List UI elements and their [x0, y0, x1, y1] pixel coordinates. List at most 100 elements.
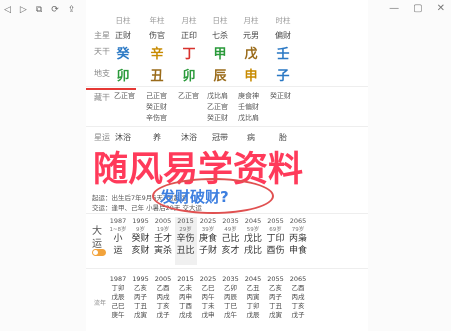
dayun-age: 19岁 [156, 227, 170, 233]
copy-icon[interactable]: ⧉ [36, 5, 42, 15]
liunian-column[interactable]: 2025 乙巳 丙午 丁未 戊申 [197, 275, 219, 320]
zhuxing-cell: 伤官 [149, 31, 165, 40]
underline-decoration [86, 88, 136, 90]
canggan-item: 戊比肩 [207, 92, 228, 100]
liunian-ganzhi: 丁亥 [156, 302, 170, 310]
window-controls: — ▢ ✕ [389, 3, 445, 14]
liunian-ganzhi: 丙子 [269, 293, 282, 301]
canggan-item: 庚食神 [238, 92, 259, 100]
liunian-year: 2005 [154, 275, 172, 283]
canggan-item: 癸正财 [146, 103, 167, 111]
dayun-column[interactable]: 2025 39岁 庚食 子财 [197, 217, 219, 265]
minimize-icon[interactable]: — [389, 3, 399, 14]
tiangan-cell: 辛 [150, 47, 164, 62]
liunian-year: 2045 [244, 275, 262, 283]
canggan-item: 癸正财 [270, 92, 291, 100]
liunian-ganzhi: 己巳 [111, 302, 125, 310]
dayun-column[interactable]: 2045 59岁 戊比 戌比 [242, 217, 264, 265]
liunian-column[interactable]: 2005 乙酉 丙戌 丁亥 戊子 [152, 275, 174, 320]
zhuxing-cell: 七杀 [212, 31, 228, 40]
col-header: 年柱 [149, 16, 165, 25]
dayun-year: 1987 [109, 217, 127, 225]
dizhi-cell: 辰 [213, 69, 227, 84]
liunian-ganzhi: 丁卯 [111, 284, 125, 292]
liunian-ganzhi: 丁巳 [224, 302, 237, 310]
dayun-gan: 庚食 [198, 234, 217, 244]
dayun-column[interactable]: 2015 29岁 辛伤 丑比 [174, 217, 197, 265]
refresh-icon[interactable]: ⟳ [51, 5, 59, 15]
canggan-item: 壬偏财 [238, 103, 259, 111]
dayun-column[interactable]: 2065 79岁 丙枭 申食 [287, 217, 309, 265]
close-icon[interactable]: ✕ [437, 3, 445, 14]
dayun-age: 69岁 [269, 227, 282, 233]
liunian-ganzhi: 乙酉 [156, 284, 170, 292]
dayun-gan: 丁印 [266, 234, 285, 244]
liunian-column[interactable]: 2065 乙酉 丙戌 丁亥 戊子 [287, 275, 309, 320]
liunian-year: 2065 [289, 275, 307, 283]
forward-icon[interactable]: ▷ [20, 5, 27, 15]
dayun-column[interactable]: 2035 49岁 己比 亥才 [220, 217, 242, 265]
liunian-ganzhi: 丙寅 [246, 293, 260, 301]
liunian-ganzhi: 乙酉 [291, 284, 305, 292]
liunian-column[interactable]: 2045 乙丑 丙寅 丁卯 戊辰 [242, 275, 264, 320]
dayun-year: 2025 [199, 217, 217, 225]
liunian-year: 1987 [109, 275, 127, 283]
liunian-column[interactable]: 2035 乙卯 丙辰 丁巳 戊午 [220, 275, 242, 320]
dayun-gan: 壬才 [153, 234, 172, 244]
canggan-item: 乙正官 [178, 92, 199, 100]
dayun-age: 9岁 [136, 227, 145, 233]
canggan-item: 戊比肩 [238, 114, 259, 122]
tiangan-cell: 戊 [244, 47, 258, 62]
row-label-canggan: 藏干 [94, 93, 110, 102]
dayun-year: 2005 [154, 217, 172, 225]
dayun-gan: 癸财 [131, 234, 150, 244]
dayun-zhi: 寅杀 [153, 246, 172, 256]
dayun-year: 2055 [267, 217, 284, 225]
dayun-column[interactable]: 2005 19岁 壬才寅杀 [152, 217, 174, 265]
liunian-ganzhi: 戊辰 [111, 293, 125, 301]
dayun-column[interactable]: 1987 1~8岁小运 [107, 217, 129, 265]
dayun-zhi: 申食 [288, 246, 307, 256]
zhuxing-cell: 偏财 [275, 31, 291, 40]
restore-icon[interactable]: ▢ [413, 3, 422, 14]
canggan-item: 己正官 [146, 92, 167, 100]
liunian-column[interactable]: 1987 丁卯 戊辰 己巳 庚午 [107, 275, 129, 320]
dayun-age: 79岁 [291, 227, 305, 233]
liunian-column[interactable]: 1995 乙亥 丙子 丁丑 戊寅 [130, 275, 152, 320]
dayun-gan: 丙枭 [288, 234, 307, 244]
dayun-gan: 小 [113, 234, 123, 244]
liunian-ganzhi: 丙戌 [156, 293, 170, 301]
dayun-zhi: 亥才 [221, 246, 240, 256]
liunian-ganzhi: 丙子 [134, 293, 147, 301]
dizhi-cell: 子 [276, 69, 290, 84]
dayun-gan: 辛伤 [176, 234, 195, 244]
back-icon[interactable]: ◁ [4, 5, 11, 15]
liunian-ganzhi: 丁丑 [269, 302, 282, 310]
liunian-year: 1995 [132, 275, 149, 283]
dayun-toggle[interactable] [92, 249, 106, 256]
liunian-ganzhi: 丙戌 [291, 293, 305, 301]
liunian-ganzhi: 乙巳 [201, 284, 215, 292]
liunian-ganzhi: 戊子 [156, 311, 170, 319]
liunian-ganzhi: 丁卯 [246, 302, 260, 310]
liunian-ganzhi: 戊寅 [269, 311, 282, 319]
liunian-column[interactable]: 2015 乙未 丙申 丁酉 戊戌 [175, 275, 197, 320]
liunian-label: 流年 [94, 300, 107, 307]
share-icon[interactable]: ⇪ [68, 5, 76, 15]
canggan-item: 乙正官 [207, 103, 228, 111]
tiangan-cell: 丁 [182, 47, 196, 62]
zhuxing-cell: 元男 [243, 31, 259, 40]
liunian-ganzhi: 庚午 [111, 311, 125, 319]
dayun-column[interactable]: 1995 9岁 癸财 亥财 [130, 217, 152, 265]
col-header: 月柱 [243, 16, 259, 25]
dizhi-cell: 卯 [116, 69, 130, 84]
dayun-column[interactable]: 2055 69岁 丁印 酉伤 [265, 217, 287, 265]
liunian-column[interactable]: 2055 乙亥 丙子 丁丑 戊寅 [265, 275, 287, 320]
canggan-item: 辛伤官 [146, 114, 167, 122]
dayun-zhi: 子财 [198, 246, 217, 256]
dayun-label-bottom: 运 [92, 239, 102, 250]
col-header: 月柱 [181, 16, 197, 25]
liunian-ganzhi: 丁丑 [134, 302, 147, 310]
dayun-year: 2015 [177, 217, 194, 225]
zhuxing-cell: 正财 [115, 31, 131, 40]
